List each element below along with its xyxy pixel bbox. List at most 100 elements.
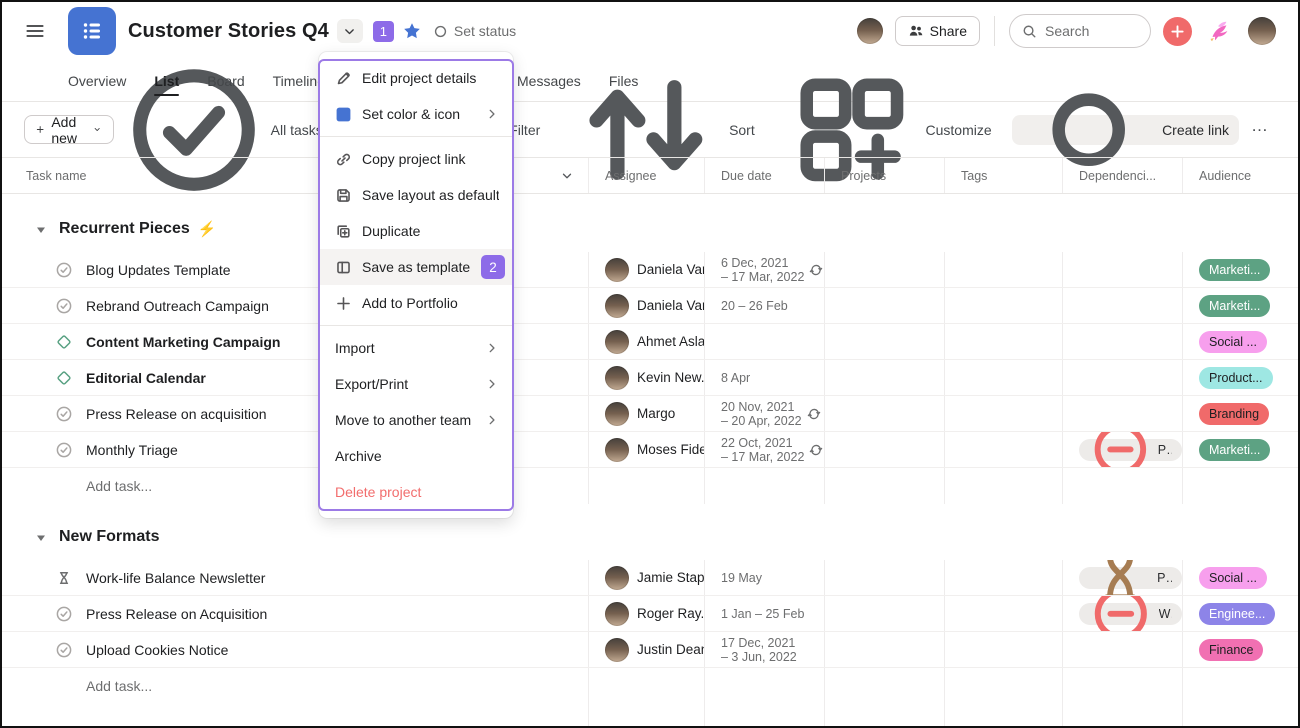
dependency-pill[interactable]: Work-life ... — [1079, 603, 1182, 625]
add-task-button[interactable]: Add task... — [2, 668, 589, 704]
triangle-down-icon[interactable] — [36, 533, 46, 543]
audience-tag[interactable]: Marketi... — [1199, 295, 1270, 317]
audience-cell[interactable]: Marketi... — [1183, 252, 1298, 287]
assignee-cell[interactable]: Ahmet Aslan — [589, 324, 705, 359]
menu-item-edit-project-details[interactable]: Edit project details — [319, 60, 513, 96]
set-status-button[interactable]: Set status — [434, 23, 516, 39]
due-date-cell[interactable] — [705, 324, 825, 359]
audience-cell[interactable]: Marketi... — [1183, 432, 1298, 467]
menu-item-export-print[interactable]: Export/Print — [319, 366, 513, 402]
task-name-cell[interactable]: Upload Cookies Notice — [2, 632, 589, 667]
column-header-projects[interactable]: Projects — [825, 158, 945, 193]
assignee-cell[interactable]: Moses Fidel — [589, 432, 705, 467]
dependencies-cell[interactable]: Press Rele... — [1063, 560, 1183, 595]
tags-cell[interactable] — [945, 252, 1063, 287]
tags-cell[interactable] — [945, 432, 1063, 467]
menu-item-move-to-another-team[interactable]: Move to another team — [319, 402, 513, 438]
collaborator-avatar[interactable] — [857, 18, 883, 44]
search-input-container[interactable] — [1009, 14, 1151, 48]
audience-tag[interactable]: Marketi... — [1199, 439, 1270, 461]
audience-cell[interactable]: Finance — [1183, 632, 1298, 667]
audience-tag[interactable]: Social ... — [1199, 331, 1267, 353]
audience-tag[interactable]: Branding — [1199, 403, 1269, 425]
menu-item-save-layout-as-default[interactable]: Save layout as default — [319, 177, 513, 213]
user-avatar[interactable] — [1248, 17, 1276, 45]
chevron-down-icon[interactable] — [560, 169, 574, 183]
task-name-cell[interactable]: Press Release on Acquisition — [2, 596, 589, 631]
audience-tag[interactable]: Marketi... — [1199, 259, 1270, 281]
tab-messages[interactable]: Messages — [517, 60, 581, 101]
audience-tag[interactable]: Enginee... — [1199, 603, 1275, 625]
menu-item-delete-project[interactable]: Delete project — [319, 474, 513, 510]
create-button[interactable] — [1163, 17, 1192, 46]
share-button[interactable]: Share — [895, 16, 980, 46]
sidebar-toggle-icon[interactable] — [24, 20, 46, 42]
check-icon[interactable] — [56, 606, 72, 622]
audience-tag[interactable]: Social ... — [1199, 567, 1267, 589]
menu-item-add-to-portfolio[interactable]: Add to Portfolio — [319, 285, 513, 321]
assignee-cell[interactable]: Roger Ray... — [589, 596, 705, 631]
dependency-pill[interactable]: PRINT - R... — [1079, 439, 1182, 461]
tags-cell[interactable] — [945, 288, 1063, 323]
dependencies-cell[interactable]: Work-life ... — [1063, 596, 1183, 631]
due-date-cell[interactable]: 1 Jan – 25 Feb — [705, 596, 825, 631]
audience-cell[interactable]: Product... — [1183, 360, 1298, 395]
section-title[interactable]: New Formats — [59, 528, 159, 546]
projects-cell[interactable] — [825, 360, 945, 395]
tab-timeline[interactable]: Timeline — [273, 60, 325, 101]
column-header-audience[interactable]: Audience — [1183, 158, 1300, 193]
menu-item-duplicate[interactable]: Duplicate — [319, 213, 513, 249]
project-icon[interactable] — [68, 7, 116, 55]
audience-cell[interactable]: Social ... — [1183, 324, 1298, 359]
check-icon[interactable] — [56, 262, 72, 278]
dependencies-cell[interactable] — [1063, 252, 1183, 287]
audience-cell[interactable]: Marketi... — [1183, 288, 1298, 323]
section-title[interactable]: Recurrent Pieces — [59, 220, 190, 238]
assignee-cell[interactable]: Margo — [589, 396, 705, 431]
dependencies-cell[interactable] — [1063, 324, 1183, 359]
projects-cell[interactable] — [825, 288, 945, 323]
assignee-cell[interactable]: Jamie Stap... — [589, 560, 705, 595]
sort-button[interactable]: Sort — [560, 115, 764, 145]
assignee-cell[interactable]: Daniela Var... — [589, 252, 705, 287]
column-header-dependenci[interactable]: Dependenci... — [1063, 158, 1183, 193]
tags-cell[interactable] — [945, 396, 1063, 431]
tab-overview[interactable]: Overview — [68, 60, 126, 101]
projects-cell[interactable] — [825, 252, 945, 287]
more-options-button[interactable]: … — [1249, 115, 1276, 145]
tags-cell[interactable] — [945, 632, 1063, 667]
all-tasks-button[interactable]: All tasks — [114, 115, 333, 145]
assignee-cell[interactable]: Daniela Var... — [589, 288, 705, 323]
create-link-button[interactable]: Create link — [1012, 115, 1239, 145]
due-date-cell[interactable]: 20 – 26 Feb — [705, 288, 825, 323]
audience-cell[interactable]: Social ... — [1183, 560, 1298, 595]
column-header-due-date[interactable]: Due date — [705, 158, 825, 193]
due-date-cell[interactable]: 17 Dec, 2021– 3 Jun, 2022 — [705, 632, 825, 667]
projects-cell[interactable] — [825, 596, 945, 631]
tags-cell[interactable] — [945, 596, 1063, 631]
hourglass-icon[interactable] — [56, 570, 72, 586]
tags-cell[interactable] — [945, 324, 1063, 359]
check-icon[interactable] — [56, 298, 72, 314]
dependencies-cell[interactable] — [1063, 396, 1183, 431]
project-menu-button[interactable] — [337, 19, 363, 43]
audience-cell[interactable]: Enginee... — [1183, 596, 1298, 631]
tags-cell[interactable] — [945, 560, 1063, 595]
dependencies-cell[interactable] — [1063, 632, 1183, 667]
tab-files[interactable]: Files — [609, 60, 639, 101]
audience-tag[interactable]: Product... — [1199, 367, 1273, 389]
menu-item-copy-project-link[interactable]: Copy project link — [319, 141, 513, 177]
tab-board[interactable]: Board — [207, 60, 244, 101]
dependencies-cell[interactable]: PRINT - R... — [1063, 432, 1183, 467]
tags-cell[interactable] — [945, 360, 1063, 395]
dependencies-cell[interactable] — [1063, 360, 1183, 395]
due-date-cell[interactable]: 8 Apr — [705, 360, 825, 395]
due-date-cell[interactable]: 6 Dec, 2021– 17 Mar, 2022 — [705, 252, 825, 287]
due-date-cell[interactable]: 20 Nov, 2021– 20 Apr, 2022 — [705, 396, 825, 431]
milestone-icon[interactable] — [56, 334, 72, 350]
customize-button[interactable]: Customize — [775, 115, 1002, 145]
projects-cell[interactable] — [825, 324, 945, 359]
dependency-pill[interactable]: Press Rele... — [1079, 567, 1182, 589]
task-name-cell[interactable]: Work-life Balance Newsletter — [2, 560, 589, 595]
assignee-cell[interactable]: Kevin New... — [589, 360, 705, 395]
